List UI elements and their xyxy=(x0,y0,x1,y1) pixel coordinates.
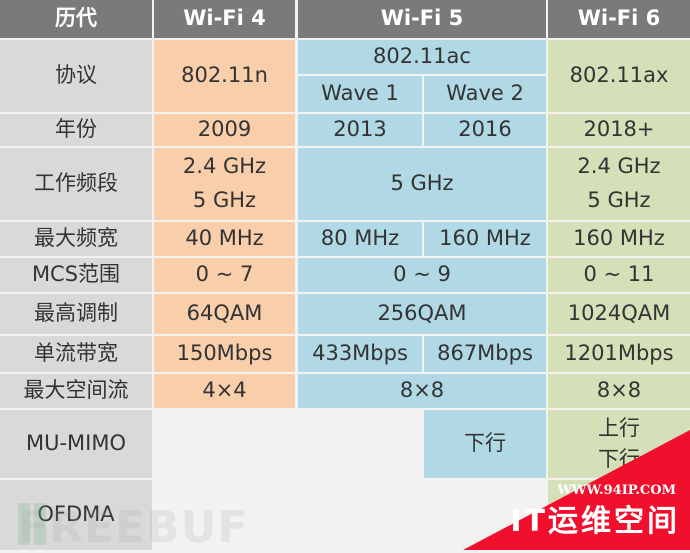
cell-band-wifi6: 2.4 GHz 5 GHz xyxy=(548,148,690,220)
cell-band-wifi4: 2.4 GHz 5 GHz xyxy=(154,148,295,220)
cell-mod-wifi5: 256QAM xyxy=(298,294,546,334)
cell-rate-wave2: 867Mbps xyxy=(424,336,546,372)
row-label-spatial-streams: 最大空间流 xyxy=(0,374,152,408)
row-label-mcs: MCS范围 xyxy=(0,258,152,292)
cell-mod-wifi6: 1024QAM xyxy=(548,294,690,334)
cell-year-wifi4: 2009 xyxy=(154,114,295,146)
header-generation: 历代 xyxy=(0,0,152,38)
cell-width-wave2: 160 MHz xyxy=(424,222,546,256)
row-label-modulation: 最高调制 xyxy=(0,294,152,334)
header-wifi5: Wi-Fi 5 xyxy=(298,0,546,38)
cell-mod-wifi4: 64QAM xyxy=(154,294,295,334)
site-corner-badge: WWW.94IP.COM IT运维空间 xyxy=(345,400,690,550)
cell-spatial-wifi4: 4×4 xyxy=(154,374,295,408)
header-wifi4: Wi-Fi 4 xyxy=(154,0,295,38)
cell-mcs-wifi5: 0 ~ 9 xyxy=(298,258,546,292)
cell-protocol-wifi6: 802.11ax xyxy=(548,40,690,112)
cell-band-wifi5: 5 GHz xyxy=(298,148,546,220)
cell-year-wifi6: 2018+ xyxy=(548,114,690,146)
row-label-year: 年份 xyxy=(0,114,152,146)
row-label-stream-rate: 单流带宽 xyxy=(0,336,152,372)
cell-protocol-wave2: Wave 2 xyxy=(424,76,546,112)
cell-protocol-wave1: Wave 1 xyxy=(298,76,422,112)
freebuf-logo-bar xyxy=(34,503,46,545)
row-label-band: 工作频段 xyxy=(0,148,152,220)
freebuf-logo-bar xyxy=(18,503,30,545)
cell-rate-wave1: 433Mbps xyxy=(298,336,422,372)
cell-mcs-wifi4: 0 ~ 7 xyxy=(154,258,295,292)
cell-year-wave1: 2013 xyxy=(298,114,422,146)
cell-mcs-wifi6: 0 ~ 11 xyxy=(548,258,690,292)
cell-year-wave2: 2016 xyxy=(424,114,546,146)
cell-width-wifi4: 40 MHz xyxy=(154,222,295,256)
row-label-protocol: 协议 xyxy=(0,40,152,112)
cell-width-wave1: 80 MHz xyxy=(298,222,422,256)
cell-width-wifi6: 160 MHz xyxy=(548,222,690,256)
row-label-max-width: 最大频宽 xyxy=(0,222,152,256)
cell-rate-wifi4: 150Mbps xyxy=(154,336,295,372)
site-name: IT运维空间 xyxy=(510,504,680,539)
row-label-mu-mimo: MU-MIMO xyxy=(0,410,152,478)
cell-protocol-wifi4: 802.11n xyxy=(154,40,295,112)
cell-rate-wifi6: 1201Mbps xyxy=(548,336,690,372)
cell-protocol-wifi5: 802.11ac xyxy=(298,40,546,74)
header-wifi6: Wi-Fi 6 xyxy=(548,0,690,38)
